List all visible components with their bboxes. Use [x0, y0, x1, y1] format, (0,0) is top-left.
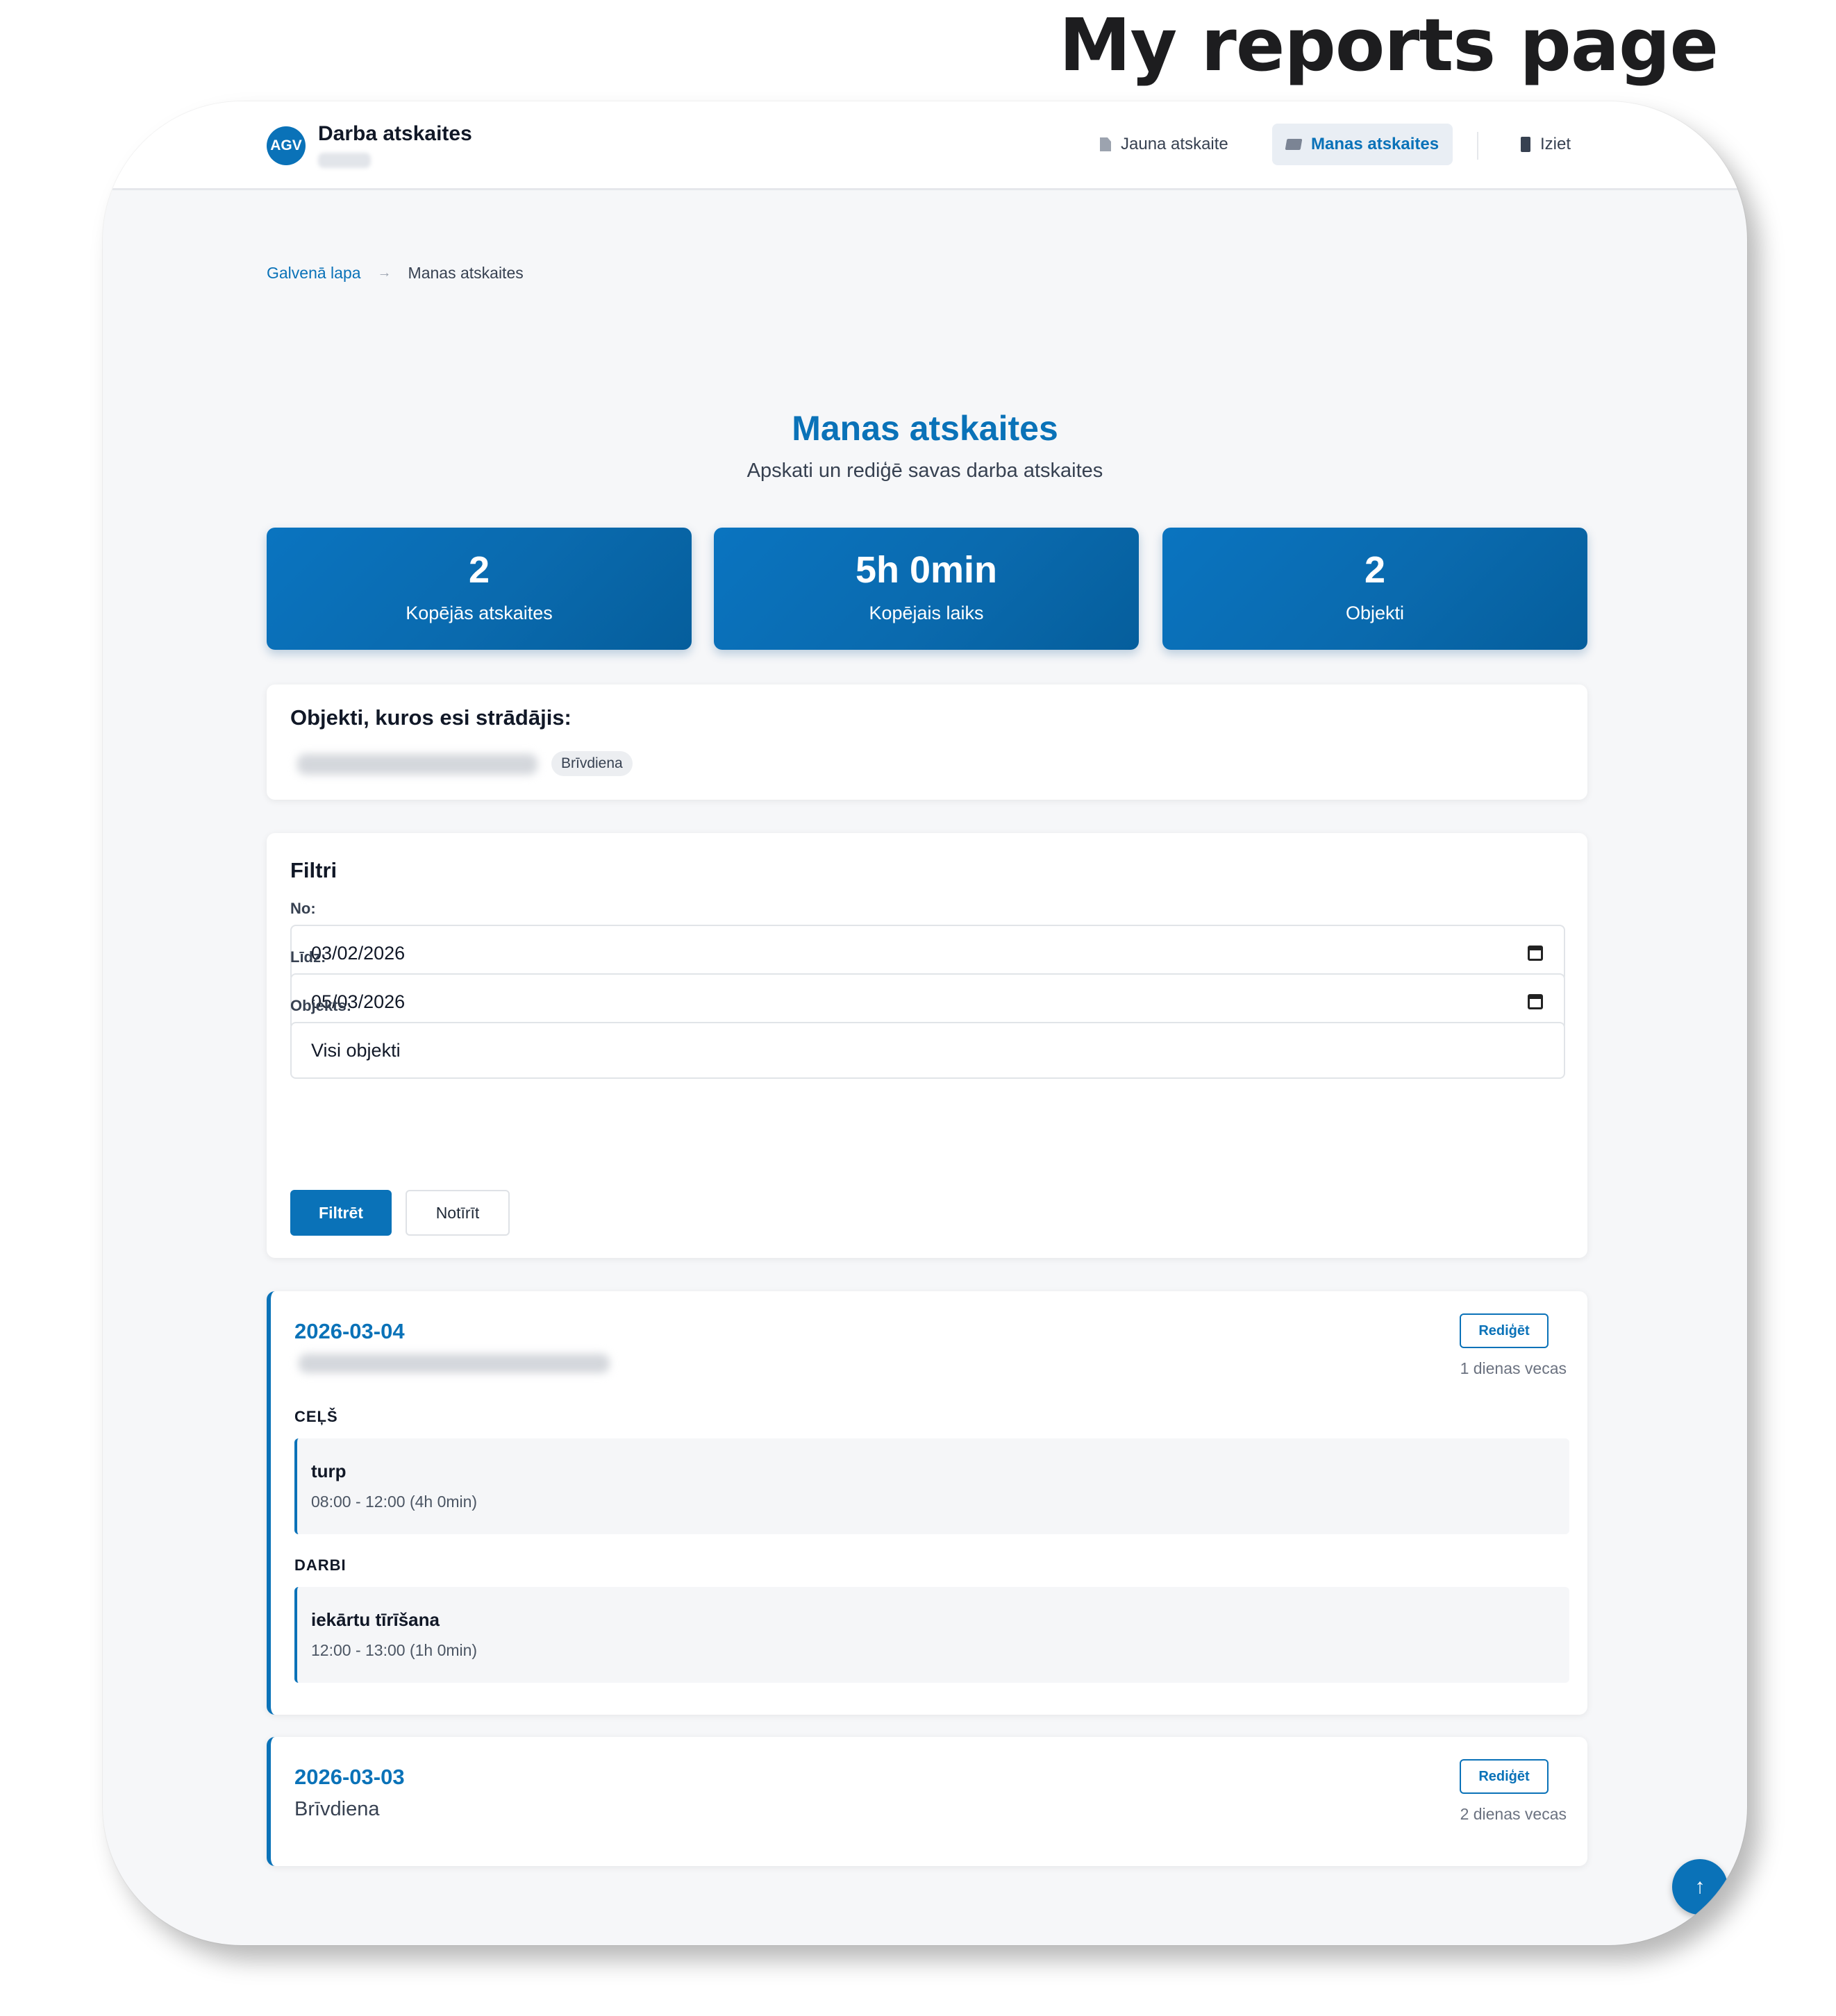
report-date: 2026-03-03 — [294, 1765, 405, 1789]
breadcrumb-home-link[interactable]: Galvenā lapa — [267, 264, 361, 283]
report-entry: turp 08:00 - 12:00 (4h 0min) — [294, 1438, 1569, 1534]
report-card: 2026-03-04 Rediģēt 1 dienas vecas CEĻŠ t… — [267, 1291, 1587, 1715]
objects-worked-card: Objekti, kuros esi strādājis: Brīvdiena — [267, 684, 1587, 800]
stat-label: Kopējais laiks — [869, 603, 984, 623]
report-age: 2 dienas vecas — [1460, 1805, 1567, 1823]
report-card: 2026-03-03 Brīvdiena Rediģēt 2 dienas ve… — [267, 1737, 1587, 1866]
entry-time: 12:00 - 13:00 (1h 0min) — [311, 1641, 478, 1659]
section-title-travel: CEĻŠ — [294, 1408, 338, 1425]
entry-name: iekārtu tīrīšana — [311, 1609, 440, 1630]
to-date-label: Līdz: — [290, 948, 326, 966]
object-filter-label: Objekts: — [290, 997, 352, 1014]
stat-value: 2 — [468, 549, 490, 591]
filters-title: Filtri — [290, 858, 337, 882]
report-age: 1 dienas vecas — [1460, 1359, 1567, 1377]
object-tag: Brīvdiena — [551, 751, 633, 776]
top-navigation-bar: AGV Darba atskaites Jauna atskaite Manas… — [103, 101, 1747, 190]
app-title: Darba atskaites — [318, 122, 472, 145]
nav-logout[interactable]: Iziet — [1507, 124, 1585, 165]
page-title: Manas atskaites — [792, 409, 1058, 448]
stat-value: 5h 0min — [855, 549, 998, 591]
stat-card-total-time: 5h 0min Kopējais laiks — [714, 528, 1139, 650]
arrow-right-icon: → — [377, 265, 392, 280]
page-caption: My reports page — [1059, 3, 1719, 87]
nav-new-report-label: Jauna atskaite — [1121, 135, 1228, 153]
from-date-label: No: — [290, 900, 316, 917]
page-subtitle: Apskati un rediģē savas darba atskaites — [746, 460, 1103, 482]
clear-button[interactable]: Notīrīt — [406, 1190, 510, 1236]
blurred-object-name — [297, 754, 537, 775]
arrow-up-icon: ↑ — [1694, 1875, 1705, 1898]
stat-value: 2 — [1364, 549, 1386, 591]
calendar-icon[interactable] — [1528, 994, 1543, 1009]
entry-name: turp — [311, 1461, 347, 1481]
nav-divider — [1477, 132, 1478, 160]
objects-title: Objekti, kuros esi strādājis: — [290, 705, 571, 730]
stat-card-objects: 2 Objekti — [1162, 528, 1587, 650]
edit-report-button[interactable]: Rediģēt — [1460, 1759, 1549, 1794]
breadcrumb: Galvenā lapa → Manas atskaites — [267, 264, 524, 283]
stat-card-total-reports: 2 Kopējās atskaites — [267, 528, 692, 650]
edit-report-button[interactable]: Rediģēt — [1460, 1313, 1549, 1348]
nav-my-reports[interactable]: Manas atskaites — [1272, 124, 1453, 165]
scroll-to-top-button[interactable]: ↑ — [1672, 1859, 1728, 1915]
document-icon — [1100, 137, 1111, 151]
nav-my-reports-label: Manas atskaites — [1311, 135, 1439, 153]
object-select-value: Visi objekti — [311, 1039, 401, 1061]
blurred-object-name — [299, 1354, 610, 1373]
stat-label: Objekti — [1345, 603, 1405, 623]
report-entry: iekārtu tīrīšana 12:00 - 13:00 (1h 0min) — [294, 1587, 1569, 1683]
report-object: Brīvdiena — [294, 1798, 380, 1820]
breadcrumb-current: Manas atskaites — [408, 264, 524, 282]
app-window: AGV Darba atskaites Jauna atskaite Manas… — [103, 101, 1747, 1945]
logo: AGV — [267, 126, 306, 165]
nav-new-report[interactable]: Jauna atskaite — [1086, 124, 1242, 165]
nav-logout-label: Iziet — [1540, 135, 1571, 153]
blurred-user-name — [318, 153, 371, 168]
filters-card: Filtri No: 03/02/2026 Līdz: 05/03/2026 O… — [267, 833, 1587, 1258]
stat-label: Kopējās atskaites — [406, 603, 553, 623]
report-date: 2026-03-04 — [294, 1319, 405, 1343]
section-title-works: DARBI — [294, 1556, 347, 1574]
entry-time: 08:00 - 12:00 (4h 0min) — [311, 1493, 478, 1511]
door-icon — [1521, 137, 1530, 152]
filter-button[interactable]: Filtrēt — [290, 1190, 392, 1236]
calendar-icon[interactable] — [1528, 946, 1543, 961]
folder-icon — [1285, 139, 1303, 150]
object-select[interactable]: Visi objekti — [290, 1022, 1565, 1079]
